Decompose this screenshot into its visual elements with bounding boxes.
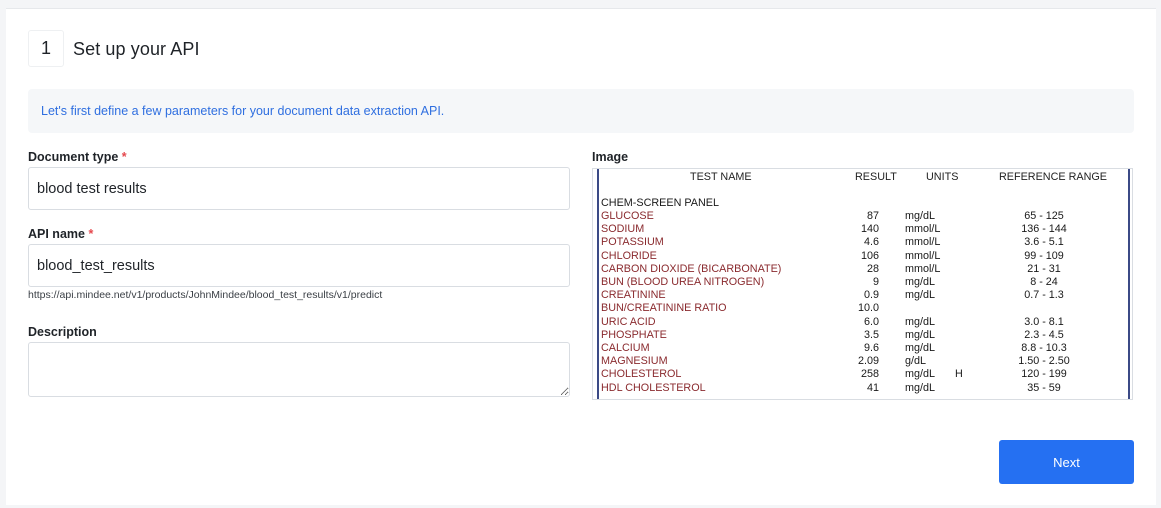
doc-row-test-name: POTASSIUM xyxy=(601,236,664,249)
info-banner: Let's first define a few parameters for … xyxy=(28,89,1134,133)
document-left-border xyxy=(597,169,599,399)
doc-row-test-name: BUN (BLOOD UREA NITROGEN) xyxy=(601,276,765,288)
doc-row-result: 41 xyxy=(866,381,879,394)
doc-header-reference-range: REFERENCE RANGE xyxy=(999,171,1107,183)
description-textarea[interactable] xyxy=(28,342,570,397)
doc-row-test-name: MAGNESIUM xyxy=(601,355,668,368)
document-type-label-text: Document type xyxy=(28,150,119,164)
step-number-badge: 1 xyxy=(28,30,64,67)
doc-row-units: mg/dL xyxy=(905,381,936,394)
doc-row-units: mg/dL xyxy=(905,328,936,341)
image-label: Image xyxy=(592,150,629,164)
doc-row-result: 6.0 xyxy=(863,315,879,328)
doc-row-flag: H xyxy=(955,368,963,381)
doc-row-range: 3.0 - 8.1 xyxy=(1024,315,1064,328)
doc-row-range: 21 - 31 xyxy=(1027,262,1061,275)
info-text: Let's first define a few parameters for … xyxy=(41,104,445,118)
doc-row-test-name: PHOSPHATE xyxy=(601,328,667,341)
doc-row-units: mmol/L xyxy=(905,236,941,249)
doc-row-units: mmol/L xyxy=(905,249,941,262)
doc-row-result: 87 xyxy=(866,210,879,222)
doc-row-range: 136 - 144 xyxy=(1021,223,1067,236)
required-marker: * xyxy=(88,227,94,241)
doc-row-test-name: GLUCOSE xyxy=(601,210,654,222)
description-label: Description xyxy=(28,325,97,339)
doc-row-units: mg/dL xyxy=(905,289,936,302)
document-right-border xyxy=(1128,169,1130,399)
document-type-label: Document type * xyxy=(28,150,127,164)
doc-row-result: 9.6 xyxy=(863,342,879,354)
doc-row-units: mg/dL xyxy=(905,315,936,328)
next-button[interactable]: Next xyxy=(999,440,1134,484)
doc-row-range: 35 - 59 xyxy=(1027,381,1061,394)
doc-row-result: 258 xyxy=(860,368,879,381)
doc-header-test-name: TEST NAME xyxy=(690,171,752,183)
doc-row-range: 65 - 125 xyxy=(1024,210,1064,222)
doc-row-test-name: CHOLESTEROL xyxy=(601,368,682,381)
doc-row-range: 1.50 - 2.50 xyxy=(1018,355,1070,368)
api-name-input[interactable] xyxy=(28,244,570,287)
document-image-preview: TEST NAME RESULT UNITS REFERENCE RANGE C… xyxy=(592,168,1133,400)
doc-header-units: UNITS xyxy=(926,171,959,183)
doc-row-test-name: URIC ACID xyxy=(601,315,656,328)
doc-row-result: 28 xyxy=(866,262,879,275)
doc-row-units: mg/dL xyxy=(905,276,936,288)
doc-row-units: mmol/L xyxy=(905,262,941,275)
doc-row-result: 9 xyxy=(872,276,879,288)
doc-row-range: 2.3 - 4.5 xyxy=(1024,328,1064,341)
doc-row-range: 3.6 - 5.1 xyxy=(1024,236,1064,249)
doc-row-range: 8 - 24 xyxy=(1030,276,1058,288)
doc-row-result: 140 xyxy=(860,223,879,236)
step-title: Set up your API xyxy=(73,39,200,59)
doc-row-units: mmol/L xyxy=(905,223,941,236)
doc-row-range: 99 - 109 xyxy=(1024,249,1064,262)
doc-row-result: 4.6 xyxy=(863,236,879,249)
setup-api-card: 1 Set up your API Let's first define a f… xyxy=(6,8,1156,505)
doc-row-test-name: HDL CHOLESTEROL xyxy=(601,381,706,394)
doc-row-units: g/dL xyxy=(905,355,927,368)
doc-panel-title: CHEM-SCREEN PANEL xyxy=(601,197,719,209)
api-name-label-text: API name xyxy=(28,227,85,241)
doc-row-result: 10.0 xyxy=(857,302,879,315)
doc-row-units: mg/dL xyxy=(905,210,936,222)
doc-row-test-name: CREATININE xyxy=(601,289,666,302)
api-url-hint: https://api.mindee.net/v1/products/JohnM… xyxy=(28,289,383,301)
document-type-input[interactable] xyxy=(28,167,570,210)
doc-row-range: 8.8 - 10.3 xyxy=(1021,342,1067,354)
doc-row-test-name: BUN/CREATININE RATIO xyxy=(601,302,727,315)
doc-row-units: mg/dL xyxy=(905,368,936,381)
doc-row-range: 120 - 199 xyxy=(1021,368,1067,381)
doc-row-units: mg/dL xyxy=(905,342,936,354)
doc-row-test-name: CARBON DIOXIDE (BICARBONATE) xyxy=(601,262,782,275)
doc-header-result: RESULT xyxy=(855,171,897,183)
doc-row-result: 2.09 xyxy=(857,355,879,368)
doc-row-test-name: SODIUM xyxy=(601,223,645,236)
doc-row-result: 0.9 xyxy=(863,289,879,302)
doc-row-test-name: CALCIUM xyxy=(601,342,650,354)
required-marker: * xyxy=(121,150,127,164)
doc-row-test-name: CHLORIDE xyxy=(601,249,657,262)
doc-row-result: 3.5 xyxy=(863,328,879,341)
api-name-label: API name * xyxy=(28,227,93,241)
doc-row-range: 0.7 - 1.3 xyxy=(1024,289,1064,302)
doc-row-result: 106 xyxy=(860,249,879,262)
